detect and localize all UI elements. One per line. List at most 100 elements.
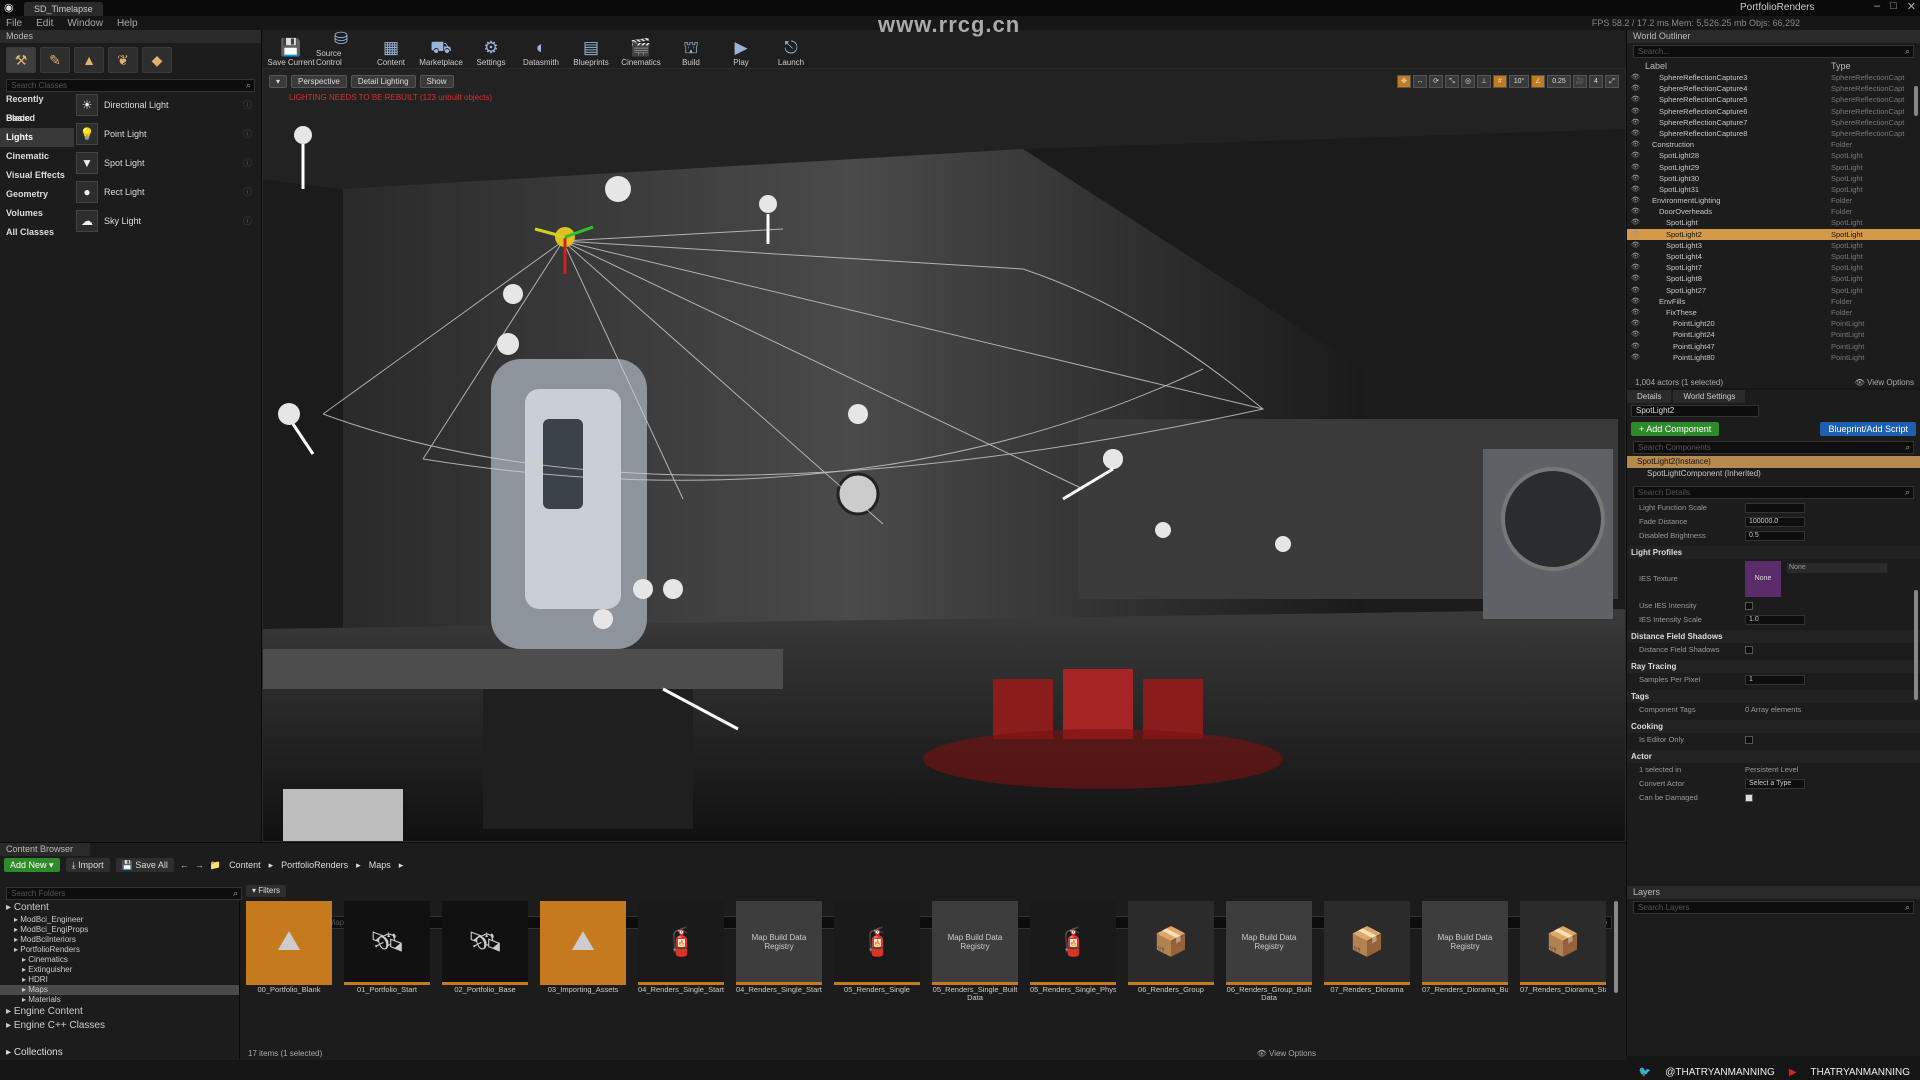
- asset-tile[interactable]: 🧯05_Renders_Single_Physics: [1030, 901, 1116, 1003]
- asset-tile[interactable]: 📦 07_Renders_Diorama_Start: [1520, 901, 1606, 1003]
- content-button[interactable]: ▦ Content: [366, 32, 416, 68]
- datasmith-button[interactable]: ◐ Datasmith: [516, 32, 566, 68]
- tab-details[interactable]: Details: [1627, 390, 1672, 403]
- outliner-row[interactable]: 👁 DoorOverheads Folder: [1627, 206, 1920, 217]
- asset-tile[interactable]: Map Build Data Registry 06_Renders_Group_…: [1226, 901, 1312, 1003]
- visibility-eye-icon[interactable]: 👁: [1631, 72, 1640, 83]
- paint-mode-icon[interactable]: ✎: [40, 47, 70, 73]
- folder-tree-item[interactable]: ▸ Content: [0, 901, 239, 915]
- visibility-eye-icon[interactable]: 👁: [1631, 94, 1640, 105]
- asset-tile[interactable]: 🧯 04_Renders_Single_Start: [638, 901, 724, 1003]
- category-lights[interactable]: Lights: [0, 128, 74, 147]
- level-tab[interactable]: SD_Timelapse: [24, 2, 103, 16]
- maximize-icon[interactable]: □: [1890, 0, 1897, 13]
- visibility-eye-icon[interactable]: 👁: [1631, 352, 1640, 363]
- add-new-button[interactable]: Add New ▾: [4, 858, 60, 872]
- forward-icon[interactable]: →: [195, 860, 204, 870]
- crumb-maps[interactable]: Maps: [369, 860, 391, 870]
- prop-value[interactable]: 1.0: [1745, 615, 1805, 625]
- outliner-row[interactable]: 👁 PointLight47 PointLight: [1627, 341, 1920, 352]
- outliner-row[interactable]: 👁 SphereReflectionCapture7 SphereReflectio…: [1627, 117, 1920, 128]
- menu-window[interactable]: Window: [67, 18, 103, 29]
- grid-snap-icon[interactable]: #: [1493, 75, 1507, 88]
- blueprints-button[interactable]: ▤ Blueprints: [566, 32, 616, 68]
- visibility-eye-icon[interactable]: 👁: [1631, 240, 1640, 251]
- close-icon[interactable]: ✕: [1907, 0, 1916, 13]
- launch-button[interactable]: ⎋ Launch: [766, 32, 816, 68]
- asset-tile[interactable]: ⛰ 00_Portfolio_Blank: [246, 901, 332, 1003]
- folder-tree-item[interactable]: ▸ Extinguisher: [0, 965, 239, 975]
- category-all-classes[interactable]: All Classes: [0, 223, 74, 242]
- asset-tile[interactable]: Map Build Data Registry 04_Renders_Single…: [736, 901, 822, 1003]
- folder-tree-item[interactable]: ▸ Materials: [0, 995, 239, 1005]
- outliner-view-options[interactable]: 👁 View Options: [1855, 378, 1914, 387]
- select-mode-icon[interactable]: ✥: [1397, 75, 1411, 88]
- scale-snap-value[interactable]: 0.25: [1547, 75, 1571, 88]
- visibility-eye-icon[interactable]: 👁: [1631, 273, 1640, 284]
- search-details-input[interactable]: Search Details ⌕: [1633, 486, 1914, 499]
- geometry-mode-icon[interactable]: ◆: [142, 47, 172, 73]
- outliner-row[interactable]: 👁 SpotLight29 SpotLight: [1627, 162, 1920, 173]
- outliner-row[interactable]: 👁 Construction Folder: [1627, 139, 1920, 150]
- outliner-row[interactable]: 👁 PointLight20 PointLight: [1627, 318, 1920, 329]
- asset-tile[interactable]: Map Build Data Registry 07_Renders_Dioram…: [1422, 901, 1508, 1003]
- translate-icon[interactable]: ↔: [1413, 75, 1427, 88]
- outliner-row[interactable]: 👁 PointLight80 PointLight: [1627, 352, 1920, 363]
- convert-actor-dropdown[interactable]: Select a Type: [1745, 779, 1805, 789]
- outliner-row[interactable]: 👁 SpotLight27 SpotLight: [1627, 285, 1920, 296]
- prop-value[interactable]: 1: [1745, 675, 1805, 685]
- details-scrollbar[interactable]: [1914, 590, 1918, 700]
- ies-texture-dropdown[interactable]: None: [1787, 563, 1887, 573]
- place-mode-icon[interactable]: ⚒: [6, 47, 36, 73]
- folder-tree-item[interactable]: ▸ Maps: [0, 985, 239, 995]
- folder-tree-item[interactable]: ▸ Engine C++ Classes: [0, 1019, 239, 1033]
- visibility-eye-icon[interactable]: 👁: [1631, 307, 1640, 318]
- asset-tile[interactable]: 🧯 05_Renders_Single: [834, 901, 920, 1003]
- menu-help[interactable]: Help: [117, 18, 138, 29]
- folder-tree-item[interactable]: ▸ ModBci_EngiProps: [0, 925, 239, 935]
- outliner-row[interactable]: 👁 SphereReflectionCapture5 SphereReflectio…: [1627, 94, 1920, 105]
- build-button[interactable]: ⛫ Build: [666, 32, 716, 68]
- editor-only-checkbox[interactable]: [1745, 736, 1753, 744]
- spot-light-item[interactable]: ▼ Spot Light ⓘ: [76, 148, 256, 177]
- asset-view-options[interactable]: 👁 View Options: [1257, 1049, 1316, 1058]
- visibility-eye-icon[interactable]: 👁: [1631, 83, 1640, 94]
- world-outliner-tab[interactable]: World Outliner: [1627, 30, 1920, 43]
- visibility-eye-icon[interactable]: 👁: [1631, 251, 1640, 262]
- outliner-search-input[interactable]: Search... ⌕: [1633, 45, 1914, 58]
- category-recently-placed[interactable]: Recently Placed: [0, 90, 74, 123]
- column-type[interactable]: Type: [1831, 60, 1851, 72]
- world-local-icon[interactable]: ◎: [1461, 75, 1475, 88]
- cooking-section[interactable]: Cooking: [1627, 720, 1920, 733]
- folder-tree-item[interactable]: ▸ Engine Content: [0, 1005, 239, 1019]
- column-label[interactable]: Label: [1645, 60, 1831, 72]
- prop-value[interactable]: [1745, 503, 1805, 513]
- outliner-row[interactable]: 👁 SpotLight7 SpotLight: [1627, 262, 1920, 273]
- settings-button[interactable]: ⚙ Settings: [466, 32, 516, 68]
- filters-button[interactable]: ▾ Filters: [246, 885, 287, 897]
- surface-snap-icon[interactable]: ⊥: [1477, 75, 1491, 88]
- camera-speed-value[interactable]: 4: [1589, 75, 1603, 88]
- category-volumes[interactable]: Volumes: [0, 204, 74, 223]
- collections-header[interactable]: ▸ Collections: [6, 1047, 63, 1058]
- save-current-button[interactable]: 💾 Save Current: [266, 32, 316, 68]
- light-profiles-section[interactable]: Light Profiles: [1627, 546, 1920, 559]
- outliner-row[interactable]: 👁 SpotLight8 SpotLight: [1627, 273, 1920, 284]
- play-button[interactable]: ▶ Play: [716, 32, 766, 68]
- landscape-mode-icon[interactable]: ▲: [74, 47, 104, 73]
- back-icon[interactable]: ←: [180, 860, 189, 870]
- actor-section[interactable]: Actor: [1627, 750, 1920, 763]
- ies-texture-thumb[interactable]: None: [1745, 561, 1781, 597]
- actor-name-field[interactable]: SpotLight2: [1631, 405, 1759, 417]
- outliner-row[interactable]: 👁 FixThese Folder: [1627, 307, 1920, 318]
- outliner-row[interactable]: 👁 SpotLight30 SpotLight: [1627, 173, 1920, 184]
- folder-tree-item[interactable]: ▸ Cinematics: [0, 955, 239, 965]
- rect-light-item[interactable]: ● Rect Light ⓘ: [76, 177, 256, 206]
- tab-world-settings[interactable]: World Settings: [1673, 390, 1746, 403]
- asset-tile[interactable]: 🛰 02_Portfolio_Base: [442, 901, 528, 1003]
- sky-light-item[interactable]: ☁ Sky Light ⓘ: [76, 206, 256, 235]
- folder-tree-item[interactable]: ▸ PortfolioRenders: [0, 945, 239, 955]
- layers-tab[interactable]: Layers: [1627, 886, 1920, 899]
- visibility-eye-icon[interactable]: 👁: [1631, 184, 1640, 195]
- modes-tab[interactable]: Modes: [0, 30, 261, 43]
